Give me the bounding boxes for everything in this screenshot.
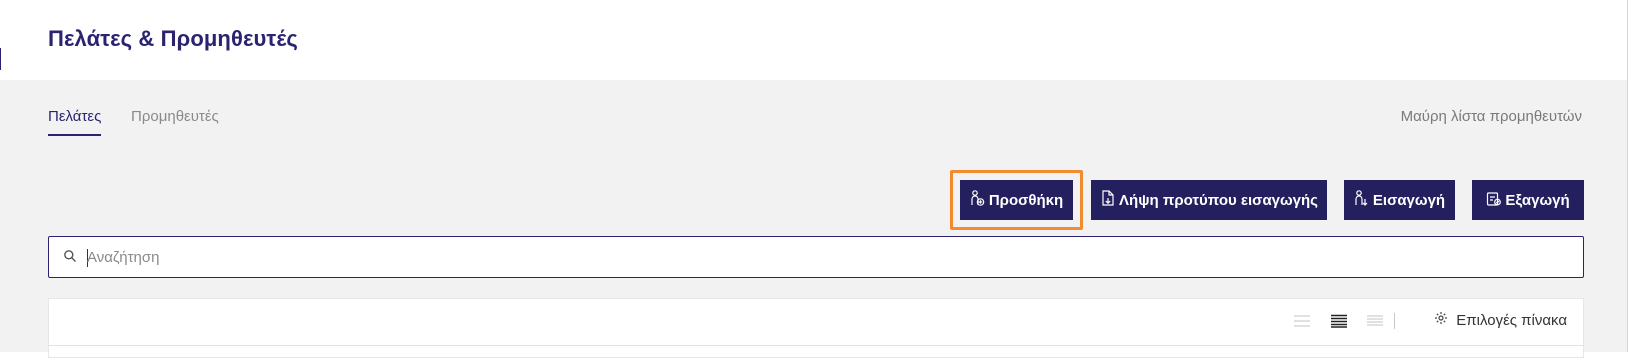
header-marker	[0, 48, 1, 70]
tab-suppliers[interactable]: Προμηθευτές	[131, 108, 219, 125]
person-add-icon	[970, 189, 985, 211]
main-content: Πελάτες Προμηθευτές Μαύρη λίστα προμηθευ…	[0, 80, 1627, 358]
density-standard-icon[interactable]	[1330, 314, 1348, 328]
search-icon	[63, 249, 77, 263]
export-button[interactable]: Εξαγωγή	[1472, 180, 1584, 220]
import-button-label: Εισαγωγή	[1372, 191, 1446, 209]
add-button-label: Προσθήκη	[988, 191, 1064, 209]
table-options-button[interactable]: Επιλογές πίνακα	[1434, 311, 1567, 329]
download-template-label: Λήψη προτύπου εισαγωγής	[1119, 191, 1318, 209]
gear-icon	[1434, 311, 1448, 329]
document-download-icon	[1100, 189, 1115, 211]
tab-customers[interactable]: Πελάτες	[48, 108, 102, 136]
search-input[interactable]	[87, 243, 1567, 271]
supplier-blacklist-link[interactable]: Μαύρη λίστα προμηθευτών	[1401, 108, 1582, 125]
download-template-button[interactable]: Λήψη προτύπου εισαγωγής	[1091, 180, 1327, 220]
page-title: Πελάτες & Προμηθευτές	[48, 26, 298, 51]
density-comfortable-icon[interactable]	[1366, 314, 1384, 328]
search-box[interactable]	[48, 236, 1584, 278]
export-button-label: Εξαγωγή	[1505, 191, 1570, 209]
table-header-divider	[49, 345, 1583, 346]
table-card: Επιλογές πίνακα	[48, 298, 1584, 358]
import-button[interactable]: Εισαγωγή	[1344, 180, 1455, 220]
person-import-icon	[1354, 189, 1369, 211]
table-options-label: Επιλογές πίνακα	[1456, 311, 1567, 329]
add-button[interactable]: Προσθήκη	[960, 180, 1073, 220]
density-compact-icon[interactable]	[1293, 314, 1311, 328]
page-header: Πελάτες & Προμηθευτές	[0, 0, 1628, 80]
export-icon	[1486, 190, 1502, 211]
toolbar-separator	[1394, 313, 1395, 329]
